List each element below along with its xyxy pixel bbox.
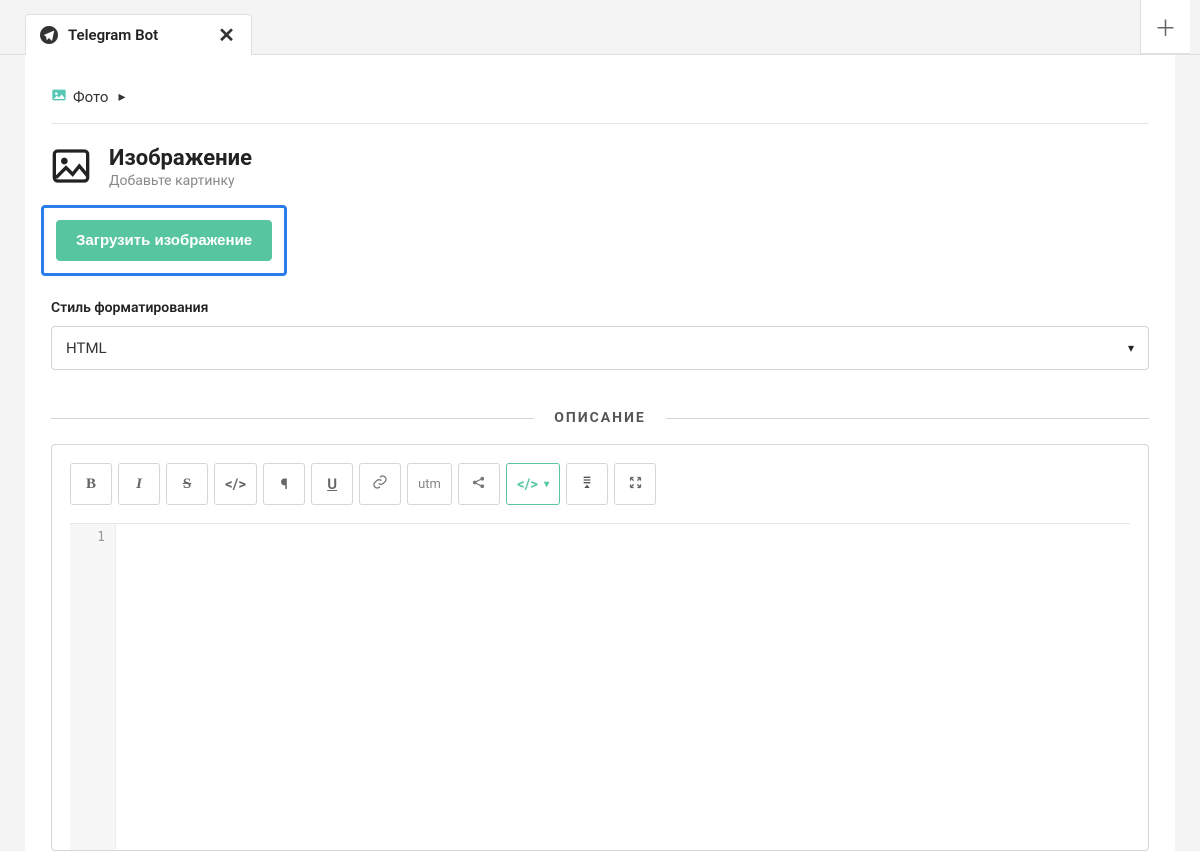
- format-label: Стиль форматирования: [51, 300, 1149, 316]
- pilcrow-icon: ¶: [280, 475, 287, 493]
- tab-telegram-bot[interactable]: Telegram Bot ✕: [25, 14, 252, 55]
- caret-down-icon: ▾: [544, 479, 549, 490]
- breadcrumb-label: Фото: [73, 88, 108, 106]
- link-button[interactable]: [359, 463, 401, 505]
- breadcrumb[interactable]: Фото ▸: [51, 75, 1149, 124]
- bold-button[interactable]: B: [70, 463, 112, 505]
- upload-image-button[interactable]: Загрузить изображение: [56, 220, 272, 261]
- section-title: Изображение: [109, 146, 252, 171]
- bold-icon: B: [86, 476, 96, 493]
- line-gutter: 1: [70, 524, 116, 850]
- tabs-bar: Telegram Bot ✕ ＋: [0, 0, 1200, 55]
- section-subtitle: Добавьте картинку: [109, 173, 252, 189]
- code-icon: </>: [225, 475, 246, 493]
- caret-down-icon: ▾: [1128, 341, 1134, 355]
- description-heading: ОПИСАНИЕ: [554, 410, 645, 426]
- content-panel: Фото ▸ Изображение Добавьте картинку Заг…: [25, 55, 1175, 851]
- format-select[interactable]: HTML ▾: [51, 326, 1149, 370]
- telegram-icon: [40, 26, 58, 44]
- fullscreen-icon: [628, 475, 643, 494]
- close-icon[interactable]: ✕: [218, 25, 235, 45]
- insert-button[interactable]: [566, 463, 608, 505]
- description-divider: ОПИСАНИЕ: [51, 410, 1149, 426]
- code-view-icon: </>: [517, 475, 538, 493]
- code-pane[interactable]: [116, 524, 1130, 850]
- line-number: 1: [70, 530, 105, 545]
- tab-title: Telegram Bot: [68, 26, 158, 44]
- add-tab-button[interactable]: ＋: [1140, 0, 1190, 54]
- share-icon: [471, 475, 486, 494]
- editor-toolbar: B I S </> ¶ U utm </>: [70, 463, 1130, 505]
- code-button[interactable]: </>: [214, 463, 257, 505]
- editor-card: B I S </> ¶ U utm </>: [51, 444, 1149, 851]
- plus-icon: ＋: [1154, 11, 1176, 43]
- share-button[interactable]: [458, 463, 500, 505]
- insert-icon: [579, 474, 595, 494]
- image-large-icon: [51, 146, 91, 186]
- strikethrough-button[interactable]: S: [166, 463, 208, 505]
- image-icon: [51, 87, 67, 107]
- upload-highlight-box: Загрузить изображение: [41, 205, 287, 276]
- fullscreen-button[interactable]: [614, 463, 656, 505]
- italic-button[interactable]: I: [118, 463, 160, 505]
- format-value: HTML: [66, 339, 107, 357]
- underline-icon: U: [327, 475, 337, 493]
- chevron-right-icon: ▸: [118, 89, 125, 105]
- utm-button[interactable]: utm: [407, 463, 452, 505]
- paragraph-button[interactable]: ¶: [263, 463, 305, 505]
- code-view-button[interactable]: </> ▾: [506, 463, 560, 505]
- italic-icon: I: [136, 476, 142, 493]
- strikethrough-icon: S: [183, 476, 191, 493]
- divider-line-left: [51, 418, 534, 419]
- image-section-header: Изображение Добавьте картинку: [51, 146, 1149, 189]
- underline-button[interactable]: U: [311, 463, 353, 505]
- divider-line-right: [666, 418, 1149, 419]
- link-icon: [372, 474, 388, 494]
- code-editor[interactable]: 1: [70, 523, 1130, 850]
